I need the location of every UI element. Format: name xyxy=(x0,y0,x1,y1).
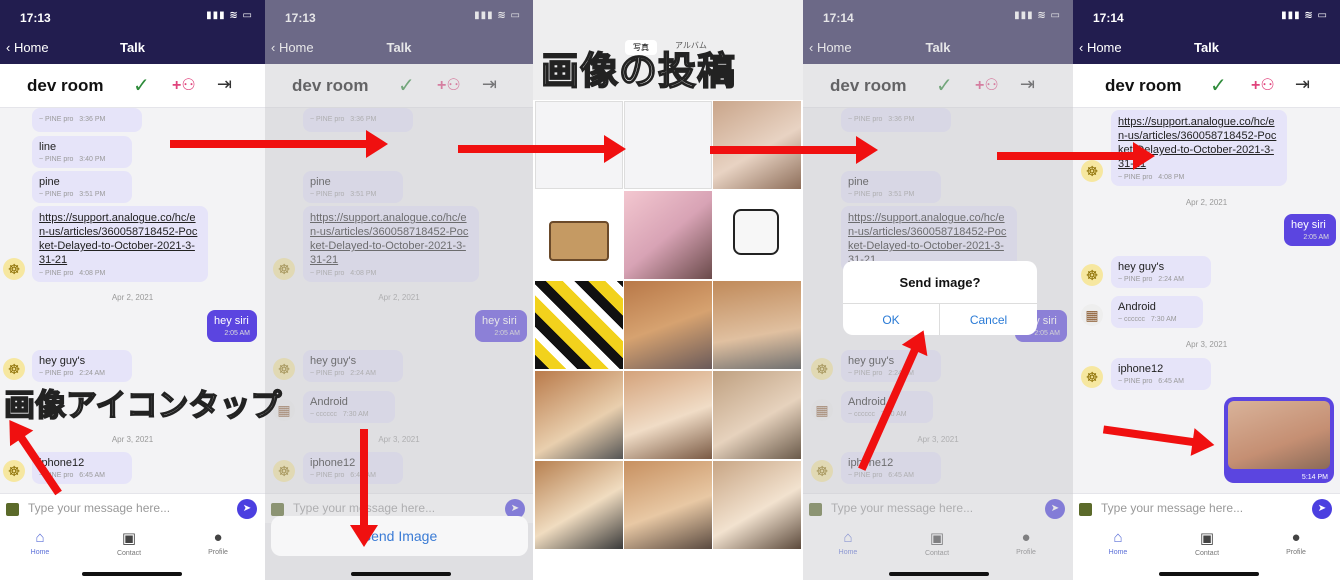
message-bubble: iphone12 ~ PINE pro 6:45 AM xyxy=(1111,358,1211,390)
nav-bar: ‹ Home Talk xyxy=(0,32,265,64)
message-bubble: ~ PINE pro 3:36 PM xyxy=(32,108,142,132)
room-name: dev room xyxy=(1105,76,1182,95)
avatar: ☸ xyxy=(1081,366,1103,388)
sent-image-bubble[interactable]: 5:14 PM xyxy=(1224,397,1334,483)
profile-icon: ● xyxy=(213,529,223,546)
avatar: ☸ xyxy=(1081,264,1103,286)
nav-title: Talk xyxy=(1193,40,1220,55)
message-input[interactable]: Type your message here... xyxy=(1101,501,1243,515)
send-icon[interactable]: ➤ xyxy=(1312,499,1332,519)
tab-contact[interactable]: ▣ Contact xyxy=(99,529,159,557)
screen-5: 17:14 ▮▮▮ ≋ ▭ ‹ Home Talk dev room ✓ +⚇ ⇥ … xyxy=(1073,0,1340,580)
home-indicator xyxy=(889,572,989,576)
flow-arrow xyxy=(997,142,1155,170)
check-icon[interactable]: ✓ xyxy=(1210,73,1227,98)
photo-thumb[interactable] xyxy=(624,461,712,549)
flow-arrow xyxy=(458,135,626,163)
check-icon[interactable]: ✓ xyxy=(133,73,150,98)
room-name: dev room xyxy=(27,76,104,95)
avatar: ☸ xyxy=(3,358,25,380)
caption-tap-icon: 画像アイコンタップ xyxy=(3,387,282,424)
photo-thumb[interactable] xyxy=(713,371,801,459)
message-text: pine xyxy=(39,176,60,188)
tab-profile[interactable]: ● Profile xyxy=(1266,529,1326,556)
status-time: 17:13 xyxy=(20,11,51,25)
message-text: line xyxy=(39,141,57,153)
cancel-button[interactable]: Cancel xyxy=(940,303,1037,335)
status-bar: 17:14 ▮▮▮ ≋ ▭ xyxy=(1073,0,1340,32)
photo-thumb[interactable] xyxy=(624,371,712,459)
status-icons: ▮▮▮ ≋ ▭ xyxy=(206,10,253,21)
message-time: 5:14 PM xyxy=(1301,474,1328,481)
message-bubble: https://support.analogue.co/hc/en-us/art… xyxy=(32,206,208,282)
modal-overlay xyxy=(265,0,533,580)
home-indicator xyxy=(351,572,451,576)
flow-arrow xyxy=(170,130,388,158)
photo-thumb[interactable] xyxy=(535,371,623,459)
contact-icon: ▣ xyxy=(121,530,137,547)
date-separator: Apr 2, 2021 xyxy=(1185,198,1228,207)
flow-arrow xyxy=(360,429,368,529)
message-bubble: hey guy's~ PINE pro 2:24 AM xyxy=(32,350,132,382)
tab-home[interactable]: ⌂ Home xyxy=(1088,529,1148,556)
message-bubble: hey guy's~ PINE pro 2:24 AM xyxy=(1111,256,1211,288)
send-image-alert: Send image? OK Cancel xyxy=(843,261,1037,335)
contact-icon: ▣ xyxy=(1199,530,1215,547)
screen-2: 17:13 ▮▮▮ ≋ ▭ ‹ Home Talk dev room ✓ +⚇ ⇥ … xyxy=(265,0,533,580)
photo-thumb[interactable] xyxy=(535,191,623,279)
flow-arrow xyxy=(710,136,878,164)
avatar: ☸ xyxy=(1081,160,1103,182)
photo-thumb[interactable] xyxy=(713,191,801,279)
message-bubble-own: hey siri 2:05 AM xyxy=(207,310,257,342)
image-icon[interactable] xyxy=(6,503,19,516)
avatar: ☸ xyxy=(3,258,25,280)
alert-title: Send image? xyxy=(899,275,981,290)
send-icon[interactable]: ➤ xyxy=(237,499,257,519)
photo-thumb[interactable] xyxy=(713,461,801,549)
date-separator: Apr 3, 2021 xyxy=(111,435,154,444)
photo-thumb[interactable] xyxy=(624,101,712,189)
message-bubble: pine ~ PINE pro 3:51 PM xyxy=(32,171,132,203)
caption-post-image: 画像の投稿 xyxy=(540,50,737,94)
home-indicator xyxy=(82,572,182,576)
add-user-icon[interactable]: +⚇ xyxy=(1251,75,1275,95)
nav-bar: ‹ Home Talk xyxy=(1073,32,1340,64)
screen-4: 17:14 ▮▮▮ ≋ ▭ ‹ Home Talk dev room ✓ +⚇ ⇥ … xyxy=(803,0,1073,580)
avatar: ☸ xyxy=(3,460,25,482)
photo-thumb[interactable] xyxy=(624,191,712,279)
add-user-icon[interactable]: +⚇ xyxy=(172,75,196,95)
room-header: dev room ✓ +⚇ ⇥ xyxy=(0,64,265,108)
tab-profile[interactable]: ● Profile xyxy=(188,529,248,556)
home-icon: ⌂ xyxy=(1113,529,1123,546)
home-icon: ⌂ xyxy=(35,529,45,546)
photo-thumb[interactable] xyxy=(624,281,712,369)
message-bubble: Android ~ cccccc 7:30 AM xyxy=(1111,296,1203,328)
photo-thumb[interactable] xyxy=(535,281,623,369)
status-bar: 17:13 ▮▮▮ ≋ ▭ xyxy=(0,0,265,32)
tab-home[interactable]: ⌂ Home xyxy=(10,529,70,556)
image-icon[interactable] xyxy=(1079,503,1092,516)
exit-icon[interactable]: ⇥ xyxy=(1295,74,1310,95)
message-bubble-own: hey siri 2:05 AM xyxy=(1284,214,1336,246)
nav-title: Talk xyxy=(119,40,146,55)
photo-thumb[interactable] xyxy=(535,461,623,549)
exit-icon[interactable]: ⇥ xyxy=(217,74,232,95)
avatar: ▦ xyxy=(1081,304,1103,326)
tab-contact[interactable]: ▣ Contact xyxy=(1177,529,1237,557)
date-separator: Apr 2, 2021 xyxy=(111,293,154,302)
message-link[interactable]: https://support.analogue.co/hc/en-us/art… xyxy=(39,211,201,267)
profile-icon: ● xyxy=(1291,529,1301,546)
photo-thumb[interactable] xyxy=(713,281,801,369)
date-separator: Apr 3, 2021 xyxy=(1185,340,1228,349)
message-bubble: line ~ PINE pro 3:40 PM xyxy=(32,136,132,168)
message-input-bar: Type your message here... ➤ xyxy=(0,493,265,523)
send-image-button[interactable]: Send Image xyxy=(271,516,528,556)
room-header: dev room ✓ +⚇ ⇥ xyxy=(1073,64,1340,108)
photo-thumb[interactable] xyxy=(713,101,801,189)
message-input[interactable]: Type your message here... xyxy=(28,501,170,515)
home-indicator xyxy=(1159,572,1259,576)
screen-1: 17:13 ▮▮▮ ≋ ▭ ‹ Home Talk dev room ✓ +⚇ ⇥ … xyxy=(0,0,265,580)
sent-image[interactable] xyxy=(1228,401,1330,469)
message-input-bar: Type your message here... ➤ xyxy=(1073,493,1340,523)
